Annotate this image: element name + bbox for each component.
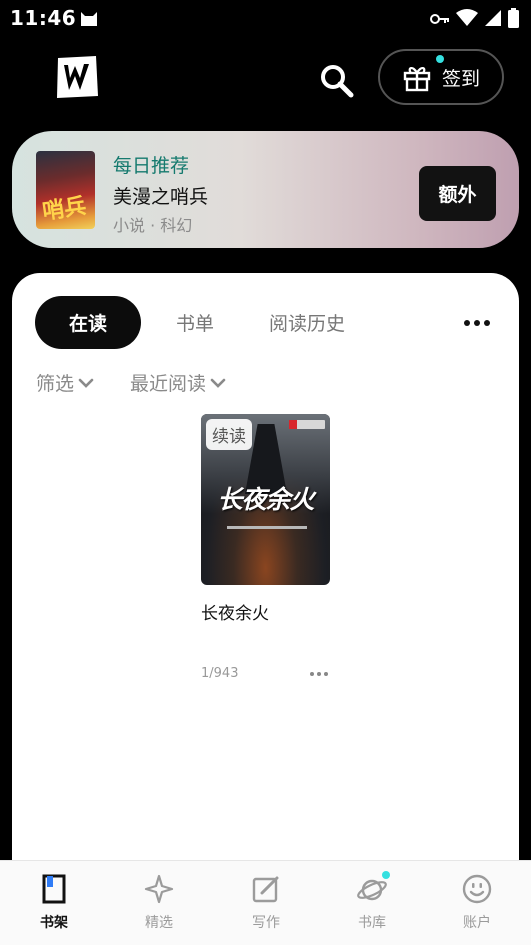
status-time: 11:46 — [10, 6, 77, 30]
status-bar: 11:46 — [0, 0, 531, 36]
notification-dot — [382, 871, 390, 879]
book-progress: 1/943 — [201, 666, 239, 681]
notification-dot — [436, 55, 444, 63]
sort-dropdown[interactable]: 最近阅读 — [130, 369, 226, 396]
signal-icon — [484, 9, 502, 31]
nav-item-write[interactable]: 写作 — [226, 873, 306, 932]
vpn-key-icon — [430, 11, 450, 30]
nav-label: 账户 — [463, 915, 491, 931]
more-options-button[interactable] — [460, 311, 494, 335]
bookshelf-icon — [38, 873, 70, 905]
chevron-down-icon — [210, 378, 226, 388]
book-title[interactable]: 长夜余火 — [201, 599, 269, 624]
nav-label: 书架 — [40, 915, 68, 931]
tab-booklists[interactable]: 书单 — [162, 296, 228, 349]
nav-label: 精选 — [145, 915, 173, 931]
daily-recommend-card[interactable]: 哨兵 每日推荐 美漫之哨兵 小说 · 科幻 额外 — [12, 131, 519, 248]
edit-icon — [250, 873, 282, 905]
nav-item-featured[interactable]: 精选 — [119, 873, 199, 932]
sort-label: 最近阅读 — [130, 373, 207, 395]
publisher-logo — [289, 420, 325, 429]
daily-book-title: 美漫之哨兵 — [113, 186, 209, 208]
book-more-button[interactable] — [308, 668, 330, 680]
search-icon — [321, 65, 354, 98]
extra-button[interactable]: 额外 — [419, 166, 496, 221]
planet-icon — [356, 871, 390, 905]
daily-book-meta: 小说 · 科幻 — [113, 216, 193, 235]
gift-icon — [403, 67, 431, 92]
tab-reading-history[interactable]: 阅读历史 — [257, 296, 357, 349]
nav-item-library[interactable]: 书库 — [332, 871, 412, 932]
checkin-label: 签到 — [441, 67, 480, 90]
nav-label: 写作 — [252, 915, 280, 931]
filter-label: 筛选 — [36, 373, 75, 395]
battery-icon — [508, 8, 519, 32]
cat-app-icon — [80, 9, 98, 31]
wifi-icon — [456, 9, 478, 31]
checkin-button[interactable]: 签到 — [378, 49, 504, 105]
nav-item-bookshelf[interactable]: 书架 — [14, 873, 94, 932]
smiley-icon — [461, 873, 493, 905]
book-cover-title: 长夜余火 — [217, 485, 314, 514]
continue-reading-badge: 续读 — [206, 419, 252, 450]
bottom-nav: 书架 精选 写作 书库 账户 — [0, 860, 531, 945]
tab-reading[interactable]: 在读 — [35, 296, 141, 349]
chevron-down-icon — [78, 378, 94, 388]
daily-recommend-label: 每日推荐 — [113, 155, 190, 177]
sparkle-icon — [143, 873, 175, 905]
nav-item-account[interactable]: 账户 — [437, 873, 517, 932]
app-logo — [54, 56, 100, 102]
filter-dropdown[interactable]: 筛选 — [36, 369, 94, 396]
search-button[interactable] — [318, 62, 356, 100]
nav-label: 书库 — [358, 915, 386, 931]
daily-cover-title: 哨兵 — [40, 193, 88, 225]
bookshelf-panel: 在读 书单 阅读历史 筛选 最近阅读 长夜余火 续读 长夜余火 1/943 — [12, 273, 519, 893]
top-bar: 签到 — [0, 40, 531, 120]
daily-book-cover[interactable]: 哨兵 — [36, 151, 95, 229]
